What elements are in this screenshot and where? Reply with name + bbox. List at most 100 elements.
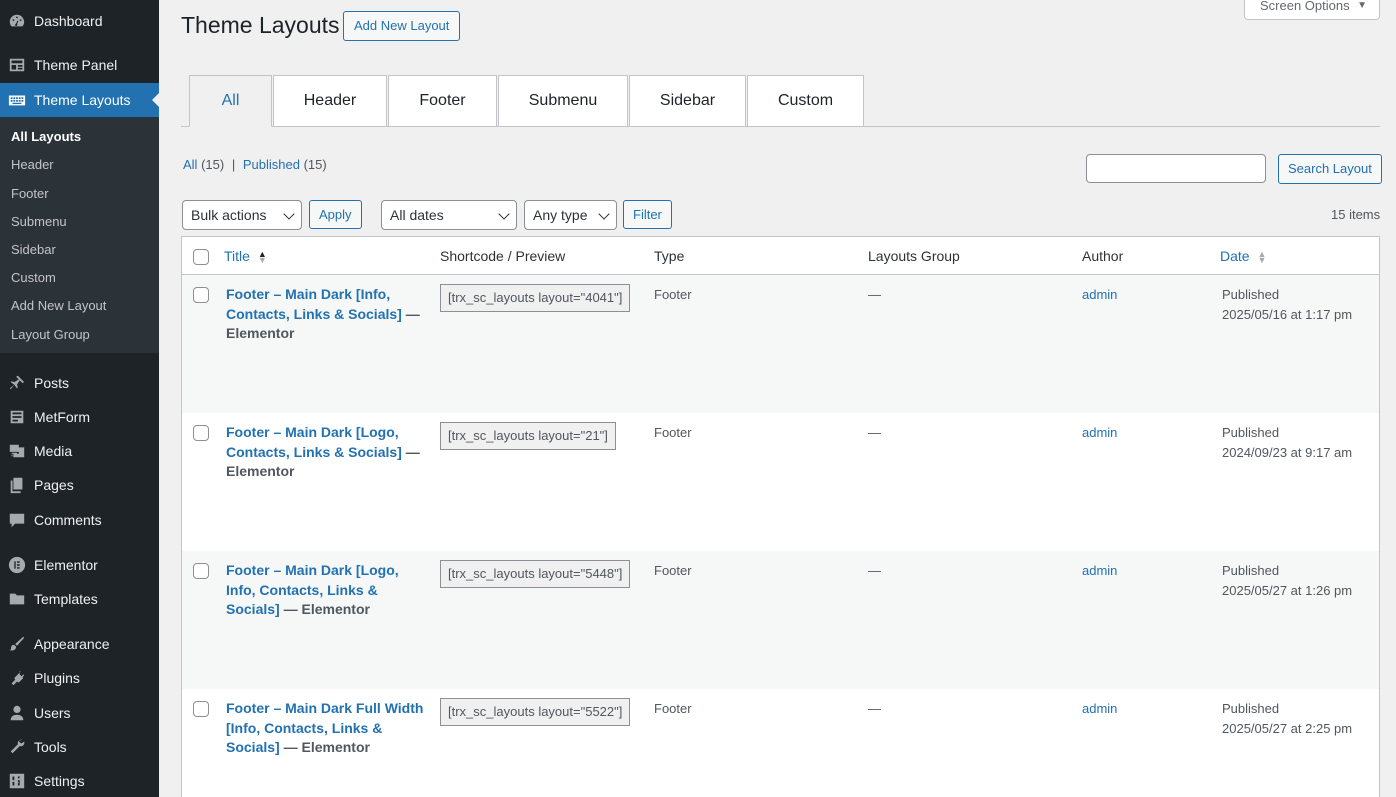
shortcode-field[interactable]: [trx_sc_layouts layout="5448"] xyxy=(440,560,631,588)
submenu-header[interactable]: Header xyxy=(11,156,54,174)
main-content: Theme Layouts Add New Layout Screen Opti… xyxy=(159,0,1396,797)
admin-sidebar: Dashboard Theme Panel Theme Layouts All … xyxy=(0,0,159,797)
row-author-link[interactable]: admin xyxy=(1082,285,1117,305)
elementor-icon xyxy=(0,556,34,574)
layouts-table: Title ▲ ▼ Shortcode / Preview Type Layout… xyxy=(181,236,1380,797)
table-header: Title ▲ ▼ Shortcode / Preview Type Layout… xyxy=(182,237,1379,275)
menu-media[interactable]: Media xyxy=(0,434,159,468)
menu-elementor[interactable]: Elementor xyxy=(0,548,159,582)
column-title-label: Title xyxy=(224,248,250,264)
tab-header[interactable]: Header xyxy=(273,75,387,127)
screen-options-button[interactable]: Screen Options ▼ xyxy=(1244,0,1380,20)
search-layout-button[interactable]: Search Layout xyxy=(1278,154,1382,184)
tab-footer[interactable]: Footer xyxy=(388,75,497,127)
submenu-layout-group[interactable]: Layout Group xyxy=(11,326,90,344)
row-status: Published xyxy=(1222,425,1280,440)
shortcode-field[interactable]: [trx_sc_layouts layout="21"] xyxy=(440,422,616,450)
row-status: Published xyxy=(1222,287,1280,302)
search-input[interactable] xyxy=(1086,154,1266,183)
comment-icon xyxy=(0,511,34,529)
menu-theme-layouts[interactable]: Theme Layouts xyxy=(0,83,159,117)
row-date-value: 2024/09/23 at 9:17 am xyxy=(1222,445,1353,460)
shortcode-field[interactable]: [trx_sc_layouts layout="4041"] xyxy=(440,284,631,312)
menu-posts[interactable]: Posts xyxy=(0,366,159,400)
row-date: Published 2024/09/23 at 9:17 am xyxy=(1222,423,1352,463)
row-title: Footer – Main Dark [Logo, Contacts, Link… xyxy=(226,423,426,482)
row-checkbox[interactable] xyxy=(193,563,209,579)
brush-icon xyxy=(0,635,34,653)
row-date-value: 2025/05/27 at 2:25 pm xyxy=(1222,721,1353,736)
settings-icon xyxy=(0,772,34,790)
menu-label: Plugins xyxy=(34,670,80,686)
dates-select[interactable]: All dates xyxy=(381,200,517,230)
submenu-add-new-layout[interactable]: Add New Layout xyxy=(11,297,106,315)
add-new-layout-button[interactable]: Add New Layout xyxy=(343,11,461,41)
column-author: Author xyxy=(1082,248,1124,264)
tab-sidebar[interactable]: Sidebar xyxy=(629,75,746,127)
menu-label: Elementor xyxy=(34,557,98,573)
menu-comments[interactable]: Comments xyxy=(0,503,159,537)
type-select[interactable]: Any type xyxy=(524,200,617,230)
menu-plugins[interactable]: Plugins xyxy=(0,661,159,695)
menu-label: Templates xyxy=(34,591,98,607)
menu-templates[interactable]: Templates xyxy=(0,582,159,616)
submenu-custom[interactable]: Custom xyxy=(11,269,56,287)
row-author-link[interactable]: admin xyxy=(1082,423,1117,443)
tab-custom[interactable]: Custom xyxy=(747,75,864,127)
menu-label: Tools xyxy=(34,739,67,755)
apply-button[interactable]: Apply xyxy=(309,200,362,229)
menu-users[interactable]: Users xyxy=(0,696,159,730)
menu-label: Pages xyxy=(34,477,74,493)
user-icon xyxy=(0,704,34,722)
menu-appearance[interactable]: Appearance xyxy=(0,627,159,661)
menu-label: Settings xyxy=(34,773,85,789)
select-all-checkbox[interactable] xyxy=(193,249,209,265)
submenu-submenu[interactable]: Submenu xyxy=(11,213,67,231)
view-published-link[interactable]: Published xyxy=(243,157,300,172)
tab-all[interactable]: All xyxy=(189,75,272,127)
menu-dashboard[interactable]: Dashboard xyxy=(0,4,159,38)
filter-button[interactable]: Filter xyxy=(623,200,672,229)
type-value: Any type xyxy=(533,207,588,223)
menu-metform[interactable]: MetForm xyxy=(0,400,159,434)
submenu-all-layouts[interactable]: All Layouts xyxy=(11,128,81,146)
view-all-count: (15) xyxy=(201,157,225,172)
menu-settings[interactable]: Settings xyxy=(0,764,159,797)
bulk-actions-select[interactable]: Bulk actions xyxy=(182,200,302,230)
screen-options-label: Screen Options xyxy=(1260,0,1350,13)
row-group: — xyxy=(868,701,881,716)
column-type: Type xyxy=(654,248,685,264)
menu-label: Comments xyxy=(34,512,102,528)
menu-tools[interactable]: Tools xyxy=(0,730,159,764)
submenu-footer[interactable]: Footer xyxy=(11,185,49,203)
caret-down-icon: ▼ xyxy=(1357,0,1367,11)
tab-submenu[interactable]: Submenu xyxy=(498,75,628,127)
submenu-sidebar[interactable]: Sidebar xyxy=(11,241,56,259)
view-all-link[interactable]: All xyxy=(183,157,197,172)
form-icon xyxy=(0,408,34,426)
row-status: Published xyxy=(1222,701,1280,716)
row-author-link[interactable]: admin xyxy=(1082,699,1117,719)
bulk-actions-value: Bulk actions xyxy=(191,207,267,223)
column-title[interactable]: Title ▲ ▼ xyxy=(224,248,267,265)
row-author-link[interactable]: admin xyxy=(1082,561,1117,581)
shortcode-field[interactable]: [trx_sc_layouts layout="5522"] xyxy=(440,698,631,726)
items-count: 15 items xyxy=(1331,207,1381,222)
row-title-link[interactable]: Footer – Main Dark [Logo, Contacts, Link… xyxy=(226,424,402,460)
menu-label: Theme Panel xyxy=(34,57,118,73)
row-title: Footer – Main Dark [Logo, Info, Contacts… xyxy=(226,561,426,620)
plug-icon xyxy=(0,669,34,687)
pages-icon xyxy=(0,476,34,494)
sort-icon: ▲ ▼ xyxy=(1257,249,1267,266)
menu-theme-panel[interactable]: Theme Panel xyxy=(0,48,159,82)
column-shortcode: Shortcode / Preview xyxy=(440,248,566,264)
keyboard-icon xyxy=(0,91,34,109)
row-checkbox[interactable] xyxy=(193,425,209,441)
media-icon xyxy=(0,442,34,460)
row-checkbox[interactable] xyxy=(193,701,209,717)
column-layouts-group: Layouts Group xyxy=(868,248,960,264)
column-date[interactable]: Date ▲ ▼ xyxy=(1220,248,1267,266)
row-title-link[interactable]: Footer – Main Dark [Info, Contacts, Link… xyxy=(226,286,402,322)
row-checkbox[interactable] xyxy=(193,287,209,303)
menu-pages[interactable]: Pages xyxy=(0,468,159,502)
